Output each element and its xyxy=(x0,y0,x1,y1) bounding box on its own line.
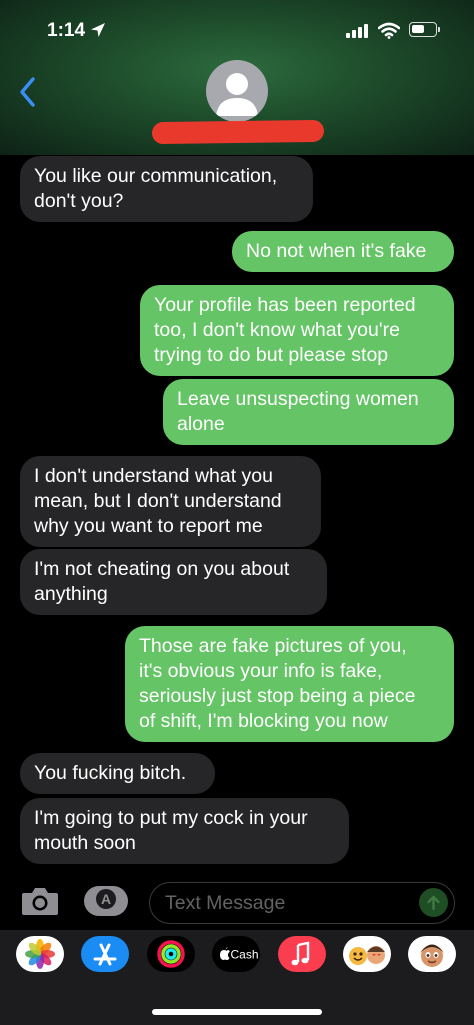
message-bubble-incoming[interactable]: You like our communication, don't you? xyxy=(20,156,313,222)
memoji-icon xyxy=(349,946,385,965)
message-bubble-outgoing[interactable]: Leave unsuspecting women alone xyxy=(163,379,454,445)
message-line: alone xyxy=(177,413,225,435)
music-app-button[interactable] xyxy=(278,936,326,972)
message-line: mouth soon xyxy=(34,832,136,854)
message-line: anything xyxy=(34,583,108,605)
message-line: of shift, I'm blocking you now xyxy=(139,710,388,732)
message-bubble-outgoing[interactable]: Those are fake pictures of you, it's obv… xyxy=(125,626,454,742)
message-line: Leave unsuspecting women xyxy=(177,388,419,410)
person-silhouette-icon xyxy=(216,73,258,116)
message-line: I'm not cheating on you about xyxy=(34,558,290,580)
message-line: don't you? xyxy=(34,190,124,212)
apple-cash-icon: Cash xyxy=(220,947,259,962)
message-line: it's obvious your info is fake, xyxy=(139,660,383,682)
battery-icon xyxy=(409,22,440,37)
message-bubble-incoming[interactable]: I don't understand what you mean, but I … xyxy=(20,456,321,547)
memoji-icon xyxy=(420,944,444,967)
message-bubble-incoming[interactable]: You fucking bitch. xyxy=(20,753,215,794)
message-line: I'm going to put my cock in your xyxy=(34,807,308,829)
conversation-header: 1:14 xyxy=(0,0,474,155)
photos-app-button[interactable] xyxy=(16,936,64,972)
message-input[interactable]: Text Message xyxy=(149,882,455,924)
message-line: why you want to report me xyxy=(34,515,263,537)
status-time: 1:14 xyxy=(47,20,86,41)
back-chevron-icon[interactable] xyxy=(18,76,38,108)
message-line: Your profile has been reported xyxy=(154,294,416,316)
message-line: seriously just stop being a piece xyxy=(139,685,416,707)
message-bubble-outgoing[interactable]: No not when it's fake xyxy=(232,231,454,272)
activity-rings-icon xyxy=(157,940,185,968)
location-arrow-icon xyxy=(91,23,105,37)
music-icon xyxy=(291,941,310,966)
message-line: You like our communication, xyxy=(34,165,278,187)
apple-cash-app-button[interactable]: Cash xyxy=(212,936,260,972)
message-bubble-outgoing[interactable]: Your profile has been reported too, I do… xyxy=(140,285,454,376)
app-store-icon xyxy=(93,943,117,966)
arrow-up-icon xyxy=(427,895,440,911)
wifi-icon xyxy=(378,22,400,39)
photos-icon xyxy=(25,939,55,969)
message-line: You fucking bitch. xyxy=(34,762,187,784)
app-store-icon: A xyxy=(96,889,116,909)
send-button[interactable] xyxy=(419,888,448,917)
cellular-signal-icon xyxy=(346,24,368,38)
message-line: mean, but I don't understand xyxy=(34,490,282,512)
redacted-contact-name xyxy=(151,119,325,145)
camera-icon[interactable] xyxy=(20,885,60,917)
message-line: No not when it's fake xyxy=(246,240,427,262)
message-bubble-incoming[interactable]: I'm going to put my cock in your mouth s… xyxy=(20,798,349,864)
fitness-app-button[interactable] xyxy=(147,936,195,972)
message-input-placeholder: Text Message xyxy=(165,892,286,914)
memoji-app-button[interactable] xyxy=(343,936,391,972)
message-line: trying to do but please stop xyxy=(154,344,389,366)
app-store-drawer-button[interactable]: A xyxy=(84,886,128,916)
message-bubble-incoming[interactable]: I'm not cheating on you about anything xyxy=(20,549,327,615)
app-store-app-button[interactable] xyxy=(81,936,129,972)
message-line: too, I don't know what you're xyxy=(154,319,400,341)
contact-avatar[interactable] xyxy=(206,60,268,122)
message-line: Those are fake pictures of you, xyxy=(139,635,407,657)
memoji-stickers-app-button[interactable] xyxy=(408,936,456,972)
home-indicator[interactable] xyxy=(152,1009,322,1015)
cash-label: Cash xyxy=(231,948,259,962)
message-line: I don't understand what you xyxy=(34,465,273,487)
